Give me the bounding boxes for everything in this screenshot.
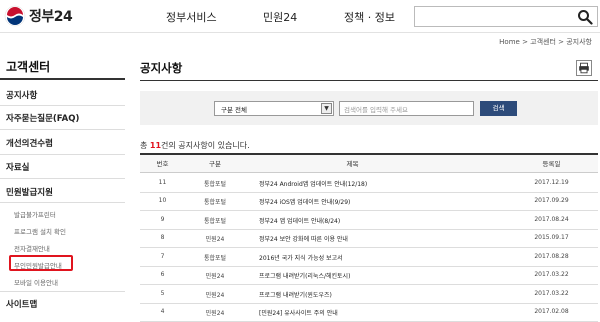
row-category: 통합포털 bbox=[203, 199, 227, 206]
sidebar-sub-mobile-guide[interactable]: 모바일 이용안내 bbox=[14, 277, 58, 287]
row-title-link[interactable]: 프로그램 내려받기(윈도우즈) bbox=[259, 290, 332, 299]
row-title-link[interactable]: 프로그램 내려받기(리눅스/헤킨토시) bbox=[259, 271, 350, 280]
keyword-search-input[interactable]: 검색어를 입력해 주세요 bbox=[339, 101, 474, 116]
row-title-link[interactable]: 정부24 Android앱 업데이트 안내(12/18) bbox=[259, 179, 367, 188]
sidebar-sub-unsupported-printers[interactable]: 발급불가프린터 bbox=[14, 209, 56, 219]
row-number: 10 bbox=[158, 197, 167, 204]
table-row-divider bbox=[140, 228, 598, 230]
chevron-down-icon[interactable]: ▼ bbox=[321, 103, 332, 114]
row-number: 5 bbox=[160, 289, 165, 297]
nav-policy-info[interactable]: 정책 · 정보 bbox=[344, 9, 395, 25]
sidebar-item-feedback[interactable]: 개선의견수렴 bbox=[6, 137, 53, 149]
sidebar-title-divider bbox=[0, 78, 125, 80]
sidebar-divider bbox=[0, 178, 125, 179]
sidebar-divider bbox=[0, 154, 125, 155]
sidebar-title: 고객센터 bbox=[6, 60, 51, 74]
row-category: 통합포털 bbox=[203, 254, 227, 262]
row-title-link[interactable]: 정부24 보안 강화에 따른 이용 안내 bbox=[259, 234, 348, 243]
table-row-divider bbox=[140, 284, 598, 285]
sidebar-item-sitemap[interactable]: 사이트맵 bbox=[6, 298, 37, 310]
row-category: 민원24 bbox=[205, 291, 225, 299]
category-select[interactable]: 구분 전체 ▼ bbox=[214, 101, 334, 116]
row-title-link[interactable]: 정부24 iOS앱 업데이트 안내(9/29) bbox=[259, 197, 350, 206]
page-title: 공지사항 bbox=[140, 61, 183, 75]
row-number: 11 bbox=[158, 178, 167, 186]
row-date: 2017.02.08 bbox=[534, 308, 569, 315]
row-number: 8 bbox=[160, 234, 165, 241]
column-header-date: 등록일 bbox=[542, 160, 561, 168]
row-date: 2017.12.19 bbox=[534, 178, 569, 186]
result-count-prefix: 총 bbox=[140, 141, 150, 150]
highlight-box bbox=[9, 255, 73, 271]
column-header-number: 번호 bbox=[156, 160, 169, 168]
row-number: 6 bbox=[160, 271, 165, 278]
sidebar-sub-e-approval[interactable]: 전자결재안내 bbox=[14, 243, 50, 253]
sidebar-item-faq[interactable]: 자주묻는질문(FAQ) bbox=[6, 112, 79, 124]
sidebar-divider bbox=[0, 291, 125, 292]
table-row-divider bbox=[140, 247, 598, 248]
row-date: 2017.03.22 bbox=[534, 289, 569, 297]
sidebar-divider bbox=[0, 105, 125, 106]
sidebar-divider bbox=[0, 202, 125, 203]
nav-government-services[interactable]: 정부서비스 bbox=[166, 9, 217, 25]
row-date: 2017.09.29 bbox=[534, 197, 569, 204]
row-number: 7 bbox=[160, 252, 165, 260]
row-number: 9 bbox=[160, 215, 165, 223]
table-row-divider bbox=[140, 210, 598, 211]
search-button[interactable]: 검색 bbox=[480, 101, 517, 116]
table-row-divider bbox=[140, 265, 598, 267]
row-date: 2015.09.17 bbox=[534, 234, 569, 241]
breadcrumb: Home > 고객센터 > 공지사항 bbox=[499, 38, 592, 46]
result-count-suffix: 건의 공지사항이 있습니다. bbox=[161, 141, 250, 150]
row-date: 2017.03.22 bbox=[534, 271, 569, 278]
row-category: 민원24 bbox=[205, 310, 225, 317]
category-select-value: 구분 전체 bbox=[221, 106, 247, 114]
column-header-title: 제목 bbox=[346, 160, 359, 168]
row-category: 통합포털 bbox=[203, 180, 227, 188]
top-header: 정부24 정부서비스 민원24 정책 · 정보 bbox=[0, 0, 600, 33]
row-number: 4 bbox=[160, 308, 165, 315]
print-icon[interactable] bbox=[576, 60, 592, 76]
nav-minwon24[interactable]: 민원24 bbox=[263, 9, 297, 25]
row-category: 통합포털 bbox=[203, 217, 227, 225]
row-date: 2017.08.24 bbox=[534, 215, 569, 223]
logo-text: 정부24 bbox=[29, 9, 73, 25]
header-search-input[interactable] bbox=[414, 6, 598, 27]
row-title-link[interactable]: [민원24] 유사사이트 주의 안내 bbox=[259, 308, 338, 317]
government-emblem-icon bbox=[4, 5, 26, 27]
row-category: 민원24 bbox=[205, 273, 225, 280]
sidebar-item-issuance-support[interactable]: 민원발급지원 bbox=[6, 186, 53, 198]
title-divider bbox=[140, 80, 598, 81]
column-header-category: 구분 bbox=[209, 160, 221, 168]
table-row-divider bbox=[140, 302, 598, 304]
table-row-divider bbox=[140, 191, 598, 193]
row-category: 민원24 bbox=[205, 236, 225, 243]
row-title-link[interactable]: 2016년 국가 지식 가능성 보고서 bbox=[259, 253, 343, 262]
row-title-link[interactable]: 정부24 앱 업데이트 안내(8/24) bbox=[259, 216, 340, 225]
search-icon[interactable] bbox=[577, 9, 593, 25]
row-date: 2017.08.28 bbox=[534, 252, 569, 260]
sidebar-sub-program-install[interactable]: 프로그램 설치 확인 bbox=[14, 226, 66, 236]
sidebar-item-notice[interactable]: 공지사항 bbox=[6, 89, 37, 101]
sidebar-item-library[interactable]: 자료실 bbox=[6, 161, 29, 173]
result-count-number: 11 bbox=[149, 141, 162, 150]
sidebar-divider bbox=[0, 129, 125, 130]
logo[interactable]: 정부24 bbox=[4, 5, 73, 27]
result-count: 총 11건의 공지사항이 있습니다. bbox=[140, 140, 250, 151]
